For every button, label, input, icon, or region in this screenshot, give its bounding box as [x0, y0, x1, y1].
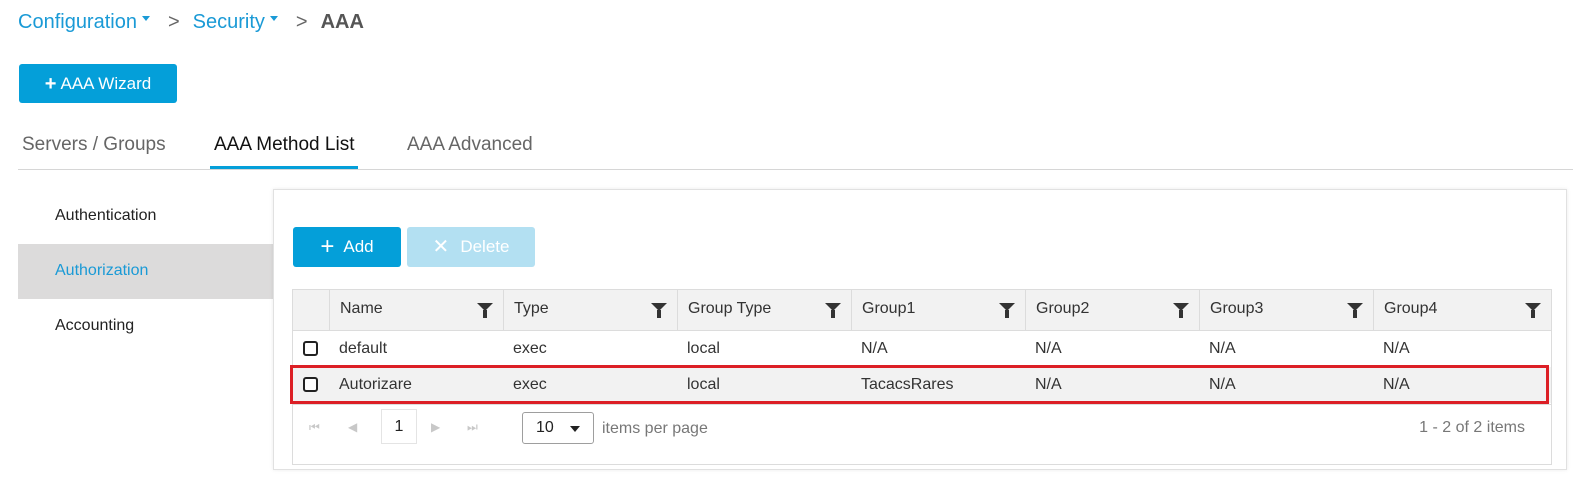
table-row[interactable]: Autorizare exec local TacacsRares N/A N/…	[293, 367, 1551, 403]
cell-group3: N/A	[1209, 376, 1236, 393]
method-list-sidenav: Authentication Authorization Accounting	[18, 189, 273, 354]
method-list-table: Name Type Group Type Group1 Group2 Group…	[292, 289, 1552, 465]
tab-bar: Servers / Groups AAA Method List AAA Adv…	[18, 124, 1573, 170]
cell-group1: TacacsRares	[861, 376, 954, 393]
filter-icon[interactable]	[1347, 303, 1363, 318]
plus-icon: +	[320, 233, 335, 260]
column-header-group4[interactable]: Group4	[1373, 290, 1551, 330]
column-header-name-label: Name	[340, 300, 383, 317]
cell-group4: N/A	[1383, 340, 1410, 357]
cell-group-type: local	[687, 376, 720, 393]
filter-icon[interactable]	[651, 303, 667, 318]
table-row[interactable]: default exec local N/A N/A N/A N/A	[293, 331, 1551, 367]
breadcrumb-configuration[interactable]: Configuration	[18, 11, 150, 34]
delete-button-label: Delete	[460, 237, 510, 256]
filter-icon[interactable]	[1525, 303, 1541, 318]
breadcrumb-security[interactable]: Security	[193, 11, 278, 34]
cell-type: exec	[513, 340, 547, 357]
cell-name: default	[339, 340, 388, 357]
page-size-value: 10	[536, 419, 554, 436]
cell-group2: N/A	[1035, 376, 1062, 393]
cell-group1: N/A	[861, 340, 888, 357]
breadcrumb-separator: >	[295, 10, 308, 33]
cell-group2: N/A	[1035, 340, 1062, 357]
cell-group3: N/A	[1209, 340, 1236, 357]
column-header-type[interactable]: Type	[503, 290, 677, 330]
aaa-wizard-label: AAA Wizard	[60, 73, 152, 93]
breadcrumb-security-label: Security	[192, 10, 265, 33]
breadcrumb-configuration-label: Configuration	[18, 10, 137, 33]
filter-icon[interactable]	[825, 303, 841, 318]
tab-aaa-method-list[interactable]: AAA Method List	[209, 124, 359, 169]
column-header-group3-label: Group3	[1210, 300, 1264, 317]
caret-down-icon	[269, 15, 278, 21]
column-header-group1[interactable]: Group1	[851, 290, 1025, 330]
last-page-icon[interactable]: ⏭	[467, 405, 478, 449]
breadcrumb: Configuration > Security > AAA	[18, 9, 364, 35]
column-header-group-type[interactable]: Group Type	[677, 290, 851, 330]
tab-servers-groups[interactable]: Servers / Groups	[22, 124, 166, 169]
close-icon: ✕	[432, 236, 450, 258]
column-header-group4-label: Group4	[1384, 300, 1438, 317]
sidenav-item-authentication[interactable]: Authentication	[18, 189, 273, 244]
cell-name: Autorizare	[339, 376, 412, 393]
column-header-group2-label: Group2	[1036, 300, 1090, 317]
cell-group4: N/A	[1383, 376, 1410, 393]
next-page-icon[interactable]: ▶	[431, 405, 440, 449]
add-button[interactable]: + Add	[293, 227, 401, 267]
tab-aaa-advanced[interactable]: AAA Advanced	[407, 124, 533, 169]
row-checkbox[interactable]	[303, 341, 318, 356]
pagination-bar: ⏮ ◀ 1 ▶ ⏭ 10 items per page 1 - 2 of 2 i…	[293, 404, 1551, 465]
items-per-page-label: items per page	[602, 420, 708, 437]
row-checkbox[interactable]	[303, 377, 318, 392]
breadcrumb-current: AAA	[320, 10, 364, 33]
current-page-number[interactable]: 1	[381, 409, 417, 444]
pagination-info: 1 - 2 of 2 items	[1419, 419, 1525, 436]
plus-icon: +	[44, 72, 57, 95]
sidenav-item-accounting[interactable]: Accounting	[18, 299, 273, 354]
column-header-group-type-label: Group Type	[688, 300, 772, 317]
select-column-header	[293, 290, 329, 330]
column-header-group1-label: Group1	[862, 300, 916, 317]
column-header-group3[interactable]: Group3	[1199, 290, 1373, 330]
filter-icon[interactable]	[999, 303, 1015, 318]
delete-button[interactable]: ✕ Delete	[407, 227, 535, 267]
aaa-wizard-button[interactable]: + AAA Wizard	[19, 64, 177, 103]
filter-icon[interactable]	[477, 303, 493, 318]
cell-group-type: local	[687, 340, 720, 357]
first-page-icon[interactable]: ⏮	[309, 405, 320, 449]
page-size-select[interactable]: 10	[522, 412, 594, 444]
column-header-type-label: Type	[514, 300, 549, 317]
table-header: Name Type Group Type Group1 Group2 Group…	[293, 290, 1551, 331]
sidenav-item-authorization[interactable]: Authorization	[18, 244, 273, 299]
prev-page-icon[interactable]: ◀	[348, 405, 357, 449]
breadcrumb-separator: >	[167, 10, 180, 33]
cell-type: exec	[513, 376, 547, 393]
add-button-label: Add	[343, 237, 374, 256]
filter-icon[interactable]	[1173, 303, 1189, 318]
caret-down-icon	[141, 15, 150, 21]
column-header-group2[interactable]: Group2	[1025, 290, 1199, 330]
chevron-down-icon	[570, 426, 580, 432]
column-header-name[interactable]: Name	[329, 290, 503, 330]
